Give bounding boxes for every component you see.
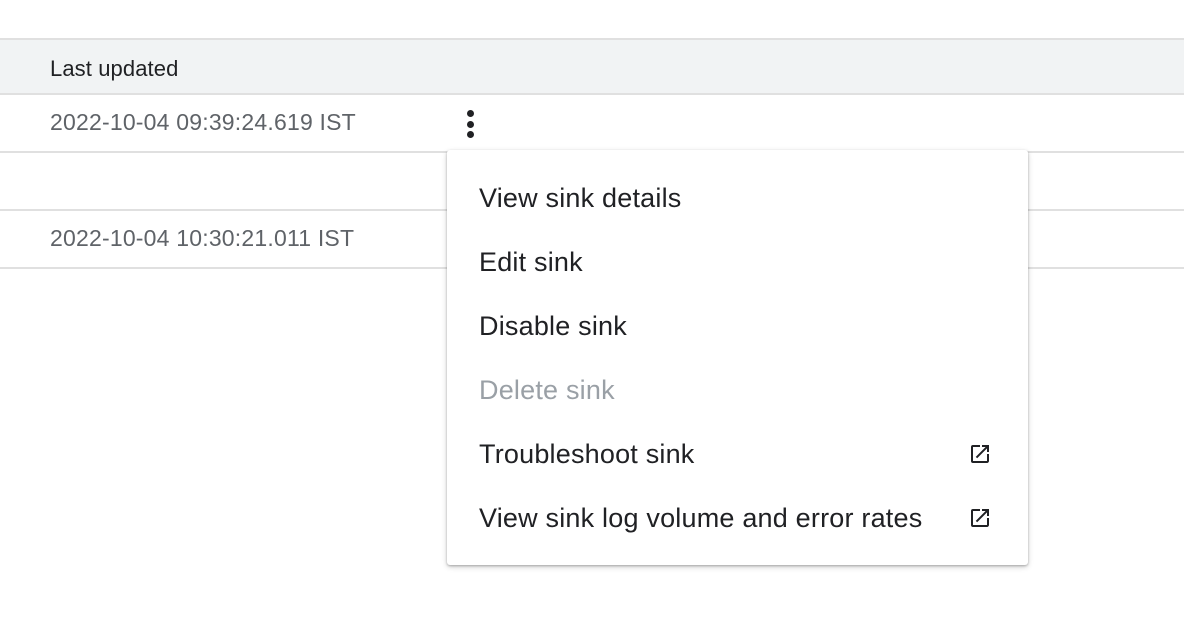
more-vert-icon[interactable]	[455, 107, 485, 141]
menu-item-label: Troubleshoot sink	[479, 438, 695, 469]
kebab-dot	[466, 110, 474, 117]
menu-item-troubleshoot-sink[interactable]: Troubleshoot sink	[447, 422, 1028, 486]
menu-item-delete-sink: Delete sink	[447, 358, 1028, 422]
open-in-new-icon	[971, 509, 989, 527]
kebab-dot	[466, 131, 474, 138]
column-header-last-updated[interactable]: Last updated	[50, 56, 178, 82]
menu-item-view-sink-details[interactable]: View sink details	[447, 166, 1028, 230]
table-header-row: Last updated	[0, 38, 1184, 95]
menu-item-label: View sink log volume and error rates	[479, 502, 923, 533]
page: Last updated 2022-10-04 09:39:24.619 IST…	[0, 0, 1184, 618]
last-updated-cell: 2022-10-04 10:30:21.011 IST	[50, 225, 355, 251]
menu-item-label: Delete sink	[479, 374, 615, 405]
kebab-dot	[466, 120, 474, 128]
last-updated-cell: 2022-10-04 09:39:24.619 IST	[50, 109, 356, 135]
menu-item-label: View sink details	[479, 182, 682, 213]
menu-item-edit-sink[interactable]: Edit sink	[447, 230, 1028, 294]
menu-item-label: Disable sink	[479, 310, 627, 341]
open-in-new-icon	[971, 445, 989, 463]
menu-item-disable-sink[interactable]: Disable sink	[447, 294, 1028, 358]
table-row: 2022-10-04 09:39:24.619 IST	[0, 95, 1184, 153]
row-actions-menu: View sink details Edit sink Disable sink…	[447, 150, 1028, 565]
menu-item-label: Edit sink	[479, 246, 583, 277]
menu-item-view-sink-log-volume[interactable]: View sink log volume and error rates	[447, 486, 1028, 550]
